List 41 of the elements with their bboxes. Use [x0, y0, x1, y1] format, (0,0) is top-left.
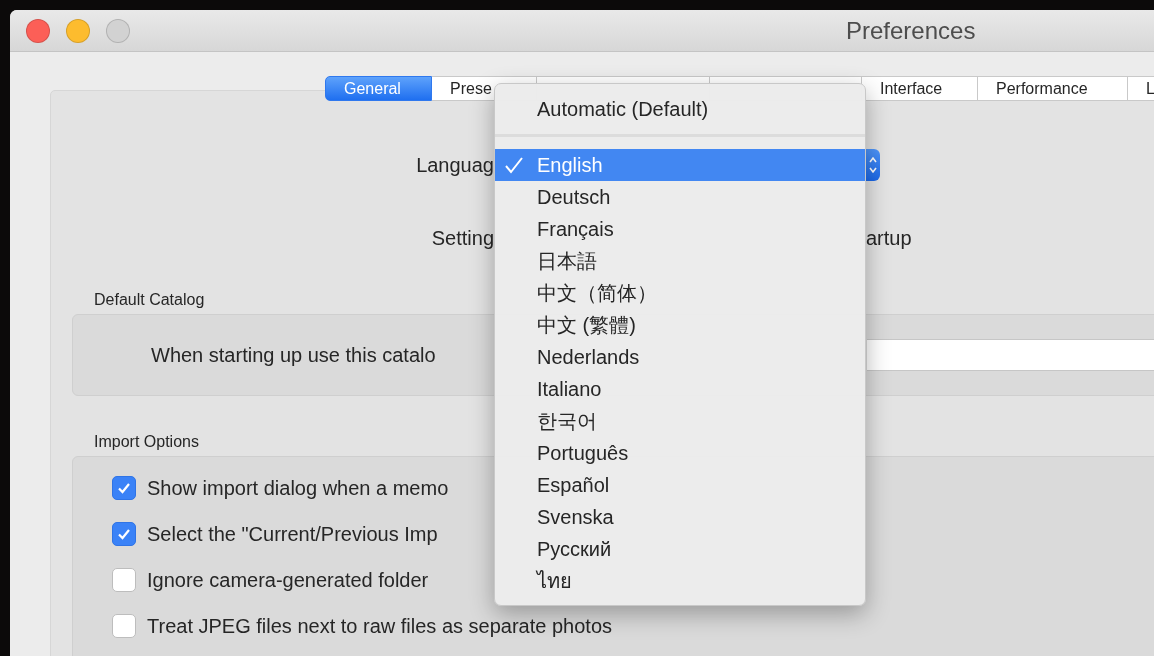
checkbox-label: Ignore camera-generated folder: [147, 568, 429, 592]
settings-label: Setting: [430, 226, 494, 250]
menu-item[interactable]: ไทย: [495, 565, 865, 597]
menu-item[interactable]: Português: [495, 437, 865, 469]
checkbox[interactable]: [112, 522, 136, 546]
section-title: Default Catalog: [94, 291, 205, 309]
section-title: Import Options: [94, 433, 199, 451]
menu-item[interactable]: Svenska: [495, 501, 865, 533]
checkmark-icon: [117, 482, 131, 494]
checkmark-icon: [504, 157, 524, 174]
tab[interactable]: Performance: [978, 76, 1128, 101]
tab[interactable]: L: [1128, 76, 1154, 101]
language-popup[interactable]: [866, 149, 880, 181]
checkbox[interactable]: [112, 568, 136, 592]
zoom-button[interactable]: [106, 18, 130, 43]
language-label: Languag: [415, 153, 494, 177]
menu-item[interactable]: Français: [495, 213, 865, 245]
menu-item[interactable]: 日本語: [495, 245, 865, 277]
checkmark-icon: [117, 528, 131, 540]
menu-item[interactable]: 中文 (繁體): [495, 309, 865, 341]
close-button[interactable]: [26, 18, 50, 43]
menu-item[interactable]: Italiano: [495, 373, 865, 405]
checkbox[interactable]: [112, 614, 136, 638]
checkbox-label: Select the "Current/Previous Imp: [147, 522, 438, 546]
catalog-label: When starting up use this catalo: [150, 343, 437, 367]
minimize-button[interactable]: [66, 18, 90, 43]
menu-item[interactable]: 한국어: [495, 405, 865, 437]
menu-item[interactable]: English: [495, 149, 865, 181]
menu-item[interactable]: Deutsch: [495, 181, 865, 213]
chevrons-icon: [869, 156, 877, 174]
checkbox-label: Show import dialog when a memo: [147, 476, 449, 500]
settings-value: artup: [866, 226, 913, 250]
checkbox[interactable]: [112, 476, 136, 500]
catalog-field[interactable]: [867, 339, 1154, 371]
checkbox-label: Treat JPEG files next to raw files as separate photos: [147, 614, 613, 638]
window-title: Preferences: [846, 16, 976, 45]
menu-item[interactable]: Nederlands: [495, 341, 865, 373]
menu-item[interactable]: Русский: [495, 533, 865, 565]
menu-item[interactable]: Español: [495, 469, 865, 501]
menu-item[interactable]: 中文（简体）: [495, 277, 865, 309]
tab[interactable]: Interface: [862, 76, 978, 101]
